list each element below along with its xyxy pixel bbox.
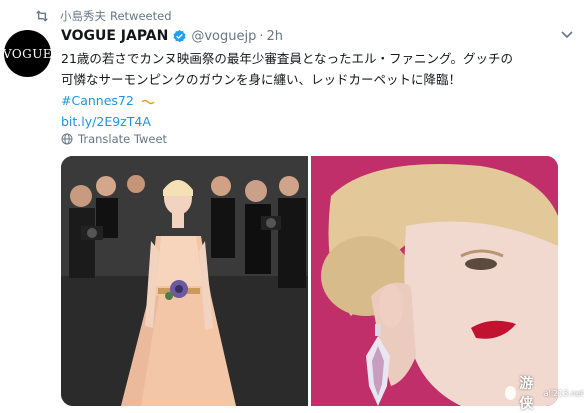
retweet-icon: [36, 10, 48, 22]
watermark-logo-icon: [505, 386, 517, 400]
watermark-text: 游侠: [519, 376, 534, 412]
chevron-down-icon[interactable]: [560, 30, 574, 40]
author-name[interactable]: VOGUE JAPAN: [61, 28, 168, 44]
tweet-header: VOGUE JAPAN @voguejp · 2h: [61, 28, 283, 44]
tweet-text: 21歳の若さでカンヌ映画祭の最年少審査員となったエル・ファニング。グッチの 可憐…: [61, 48, 576, 132]
hashtag-link[interactable]: #Cannes72: [61, 90, 134, 111]
watermark-url: ali213.net: [543, 388, 584, 398]
tweet-text-line-2: 可憐なサーモンピンクのガウンを身に纏い、レッドカーペットに降臨！: [61, 72, 462, 87]
closeup-photo: [311, 156, 558, 406]
tweet-text-line-1: 21歳の若さでカンヌ映画祭の最年少審査員となったエル・ファニング。グッチの: [61, 51, 514, 66]
photo-red-carpet-gown[interactable]: [61, 156, 308, 406]
translate-label: Translate Tweet: [78, 132, 168, 146]
retweet-context: 小島秀夫 Retweeted: [34, 7, 172, 25]
retweeted-label: Retweeted: [110, 9, 172, 23]
avatar-logo: VOGUE: [4, 46, 51, 61]
watermark: 游侠 ali213.net: [505, 373, 584, 413]
retweeter-name[interactable]: 小島秀夫: [60, 8, 106, 24]
red-carpet-photo: [61, 156, 308, 406]
short-url-link[interactable]: bit.ly/2E9zT4A: [61, 111, 151, 132]
tweet[interactable]: 小島秀夫 Retweeted VOGUE VOGUE JAPAN @voguej…: [0, 0, 584, 413]
verified-badge-icon: [173, 29, 186, 42]
author-handle[interactable]: @voguejp: [191, 29, 256, 44]
globe-icon: [61, 133, 73, 145]
photo-earring-closeup[interactable]: [311, 156, 558, 406]
hashtag-emoji-icon: [141, 99, 155, 104]
tweet-timestamp[interactable]: 2h: [267, 29, 284, 44]
avatar[interactable]: VOGUE: [4, 30, 51, 77]
separator-dot: ·: [259, 28, 264, 44]
translate-tweet-button[interactable]: Translate Tweet: [61, 132, 167, 146]
media-grid: [61, 156, 558, 406]
